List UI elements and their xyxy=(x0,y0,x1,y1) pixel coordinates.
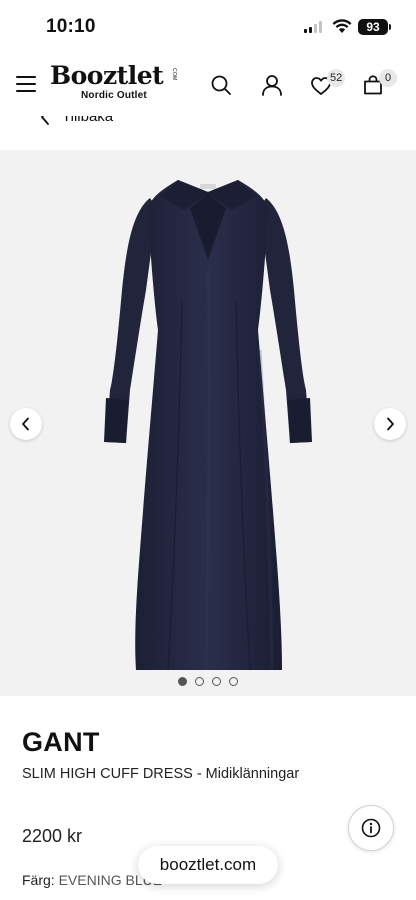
product-price: 2200 kr xyxy=(22,826,83,846)
chevron-left-icon xyxy=(41,116,49,125)
search-icon[interactable] xyxy=(210,74,232,96)
chevron-left-icon xyxy=(22,417,29,431)
browser-address-bar[interactable]: booztlet.com xyxy=(138,846,278,884)
gallery-dot-4[interactable] xyxy=(229,677,238,686)
user-icon[interactable] xyxy=(261,74,283,96)
back-link-row: Tillbaka xyxy=(0,116,416,150)
menu-icon[interactable] xyxy=(16,76,36,92)
gallery-dot-1[interactable] xyxy=(178,677,187,686)
info-icon xyxy=(361,818,381,838)
site-header: Booztlet COM Nordic Outlet 52 0 xyxy=(0,56,416,116)
product-image-gallery[interactable] xyxy=(0,150,416,696)
previous-image-button[interactable] xyxy=(10,408,42,440)
status-time: 10:10 xyxy=(46,16,96,37)
color-label: Färg: xyxy=(22,872,55,888)
cart-count-badge: 0 xyxy=(379,69,397,87)
gallery-dot-3[interactable] xyxy=(212,677,221,686)
logo-subtitle: Nordic Outlet xyxy=(81,90,147,101)
price-info-button[interactable] xyxy=(348,805,394,851)
wishlist-count-badge: 52 xyxy=(327,69,346,87)
wifi-icon xyxy=(332,19,352,33)
battery-indicator: 93 xyxy=(358,19,388,35)
back-link-label: Tillbaka xyxy=(62,116,114,125)
back-link[interactable]: Tillbaka xyxy=(40,116,113,125)
status-bar: 10:10 93 xyxy=(0,0,416,56)
booztlet-logo[interactable]: Booztlet COM Nordic Outlet xyxy=(50,61,178,102)
gallery-pagination xyxy=(0,677,416,686)
logo-wordmark: Booztlet xyxy=(50,61,164,90)
cellular-signal-icon xyxy=(304,21,322,33)
next-image-button[interactable] xyxy=(374,408,406,440)
product-name: SLIM HIGH CUFF DRESS - Midiklänningar xyxy=(22,766,300,782)
chevron-right-icon xyxy=(387,417,394,431)
logo-com: COM xyxy=(171,68,177,81)
gallery-dot-2[interactable] xyxy=(195,677,204,686)
battery-tip xyxy=(389,24,391,30)
product-brand[interactable]: GANT xyxy=(22,727,100,758)
product-image xyxy=(104,180,312,671)
